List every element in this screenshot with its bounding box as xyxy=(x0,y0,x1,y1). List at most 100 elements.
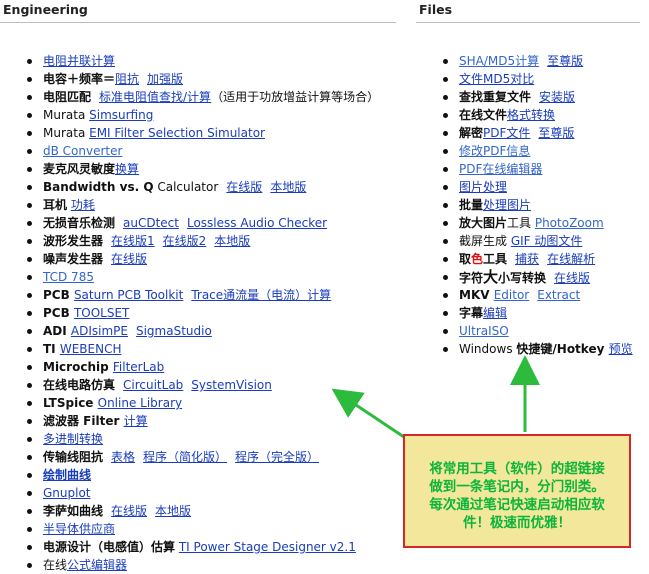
files-list-item: 图片处理 xyxy=(442,178,633,196)
tool-link[interactable]: Gnuplot xyxy=(43,486,91,500)
tool-link[interactable]: 在线版 xyxy=(111,504,147,518)
tool-link[interactable]: 电阻并联计算 xyxy=(43,54,115,68)
item-label: 快捷键/Hotkey xyxy=(516,342,609,356)
engineering-list-item: 在线电路仿真 CircuitLab SystemVision xyxy=(26,376,379,394)
item-label: 字幕 xyxy=(459,306,484,320)
tool-link[interactable]: 半导体供应商 xyxy=(43,522,115,536)
tool-link[interactable]: UltraISO xyxy=(459,324,509,338)
engineering-heading: Engineering xyxy=(3,2,88,17)
tool-link[interactable]: 本地版 xyxy=(214,234,250,248)
tool-link[interactable]: Extract xyxy=(537,288,580,302)
tool-link[interactable]: Trace通流量（电流）计算 xyxy=(191,288,331,302)
tool-link[interactable]: TOOLSET xyxy=(74,306,129,320)
tool-link[interactable]: 至尊版 xyxy=(547,54,583,68)
tool-link[interactable]: Lossless Audio Checker xyxy=(187,216,327,230)
tool-link[interactable]: ADIsimPE xyxy=(71,324,128,338)
files-list-item: 放大图片工具 PhotoZoom xyxy=(442,214,633,232)
tool-link[interactable]: FilterLab xyxy=(113,360,164,374)
item-label: 工具 xyxy=(507,216,535,230)
item-label: 电容＋频率＝ xyxy=(43,72,116,86)
engineering-list-item: 无损音乐检测 auCDtect Lossless Audio Checker xyxy=(26,214,379,232)
engineering-list-item: 波形发生器 在线版1 在线版2 本地版 xyxy=(26,232,379,250)
tool-link[interactable]: 换算 xyxy=(115,162,139,176)
tool-link[interactable]: 程序（完全版） xyxy=(235,450,319,464)
tool-link[interactable]: 绘制曲线 xyxy=(43,468,91,482)
tool-link[interactable]: auCDtect xyxy=(123,216,179,230)
item-label: 放大图片 xyxy=(459,216,508,230)
engineering-list-item: ADI ADIsimPE SigmaStudio xyxy=(26,322,379,340)
tool-link[interactable]: SHA/MD5计算 xyxy=(459,54,539,68)
tool-link[interactable]: 计算 xyxy=(124,414,148,428)
tool-link[interactable]: EMI Filter Selection Simulator xyxy=(89,126,265,140)
tool-link[interactable]: 格式转换 xyxy=(507,108,555,122)
engineering-list-item: 电源设计（电感值）估算 TI Power Stage Designer v2.1 xyxy=(26,538,379,556)
tool-link[interactable]: 本地版 xyxy=(155,504,191,518)
tool-link[interactable]: 在线版2 xyxy=(163,234,207,248)
tool-link[interactable]: 捕获 xyxy=(515,252,539,266)
tool-link[interactable]: 处理图片 xyxy=(483,198,531,212)
files-list: SHA/MD5计算 至尊版 文件MD5对比 查找重复文件 安装版 在线文件格式转换 解密PD… xyxy=(442,52,633,358)
tool-link[interactable]: 修改PDF信息 xyxy=(459,144,530,158)
tool-link[interactable]: 程序（简化版） xyxy=(143,450,227,464)
tool-link[interactable]: 在线版1 xyxy=(111,234,155,248)
tool-link[interactable]: Saturn PCB Toolkit xyxy=(74,288,183,302)
tool-link[interactable]: 功耗 xyxy=(71,198,95,212)
engineering-list-item: PCB Saturn PCB Toolkit Trace通流量（电流）计算 xyxy=(26,286,379,304)
files-list-item: 解密PDF文件 至尊版 xyxy=(442,124,633,142)
tool-link[interactable]: dB Converter xyxy=(43,144,122,158)
tool-link[interactable]: SystemVision xyxy=(191,378,272,392)
callout-line-1: 将常用工具（软件）的超链接 xyxy=(429,461,605,477)
tool-link[interactable]: 至尊版 xyxy=(538,126,574,140)
tool-link[interactable]: 本地版 xyxy=(270,180,306,194)
engineering-list-item: Bandwidth vs. Q Calculator 在线版 本地版 xyxy=(26,178,379,196)
tool-link[interactable]: PhotoZoom xyxy=(535,216,604,230)
item-label: 字符 xyxy=(459,271,484,285)
item-label: 查找重复文件 xyxy=(459,90,532,104)
tool-link[interactable]: 在线版 xyxy=(226,180,262,194)
engineering-list-item: 噪声发生器 在线版 xyxy=(26,250,379,268)
item-label: 在线电路仿真 xyxy=(43,378,116,392)
tool-link[interactable]: 标准电阻值查找/计算 xyxy=(99,90,211,104)
tool-link[interactable]: PDF在线编辑器 xyxy=(459,162,542,176)
item-label: PCB xyxy=(43,288,74,302)
files-divider xyxy=(416,22,640,23)
tool-link[interactable]: TI Power Stage Designer v2.1 xyxy=(179,540,356,554)
tool-link[interactable]: 在线版 xyxy=(554,271,590,285)
tool-link[interactable]: 编辑 xyxy=(483,306,507,320)
tool-link[interactable]: CircuitLab xyxy=(123,378,183,392)
tool-link[interactable]: 预览 xyxy=(609,342,633,356)
tool-link[interactable]: 阻抗 xyxy=(115,72,139,86)
tool-link[interactable]: SigmaStudio xyxy=(136,324,212,338)
tool-link[interactable]: PDF文件 xyxy=(483,126,530,140)
tool-link[interactable]: 在线版 xyxy=(111,252,147,266)
item-label: 李萨如曲线 xyxy=(43,504,104,518)
tool-link[interactable]: 加强版 xyxy=(147,72,183,86)
tool-link[interactable]: 多进制转换 xyxy=(43,432,103,446)
tool-link[interactable]: TCD 785 xyxy=(43,270,94,284)
tool-link[interactable]: Online Library xyxy=(98,396,182,410)
tool-link[interactable]: WEBENCH xyxy=(60,342,122,356)
engineering-list-item: TI WEBENCH xyxy=(26,340,379,358)
tool-link[interactable]: Simsurfing xyxy=(89,108,153,122)
engineering-list-item: dB Converter xyxy=(26,142,379,160)
item-label: LTSpice xyxy=(43,396,98,410)
item-label: 噪声发生器 xyxy=(43,252,104,266)
note-callout: 将常用工具（软件）的超链接 做到一条笔记内，分门别类。 每次通过笔记快速启动相应… xyxy=(403,434,631,548)
engineering-list-item: LTSpice Online Library xyxy=(26,394,379,412)
engineering-list-item: 在线公式编辑器 xyxy=(26,556,379,574)
engineering-list-item: Murata Simsurfing xyxy=(26,106,379,124)
tool-link[interactable]: 公式编辑器 xyxy=(67,558,127,572)
item-label: 大 xyxy=(483,268,499,286)
tool-link[interactable]: 表格 xyxy=(111,450,135,464)
item-label: Murata xyxy=(43,126,90,140)
tool-link[interactable]: 在线解析 xyxy=(547,252,595,266)
item-label: （适用于功放增益计算等场合） xyxy=(211,90,380,104)
item-label: 批量 xyxy=(459,198,484,212)
tool-link[interactable]: GIF 动图文件 xyxy=(511,234,583,248)
tool-link[interactable]: 图片处理 xyxy=(459,180,507,194)
tool-link[interactable]: 文件MD5对比 xyxy=(459,72,534,86)
tool-link[interactable]: 安装版 xyxy=(539,90,575,104)
tool-link[interactable]: Editor xyxy=(494,288,530,302)
engineering-list-item: 麦克风灵敏度换算 xyxy=(26,160,379,178)
engineering-list-item: Murata EMI Filter Selection Simulator xyxy=(26,124,379,142)
